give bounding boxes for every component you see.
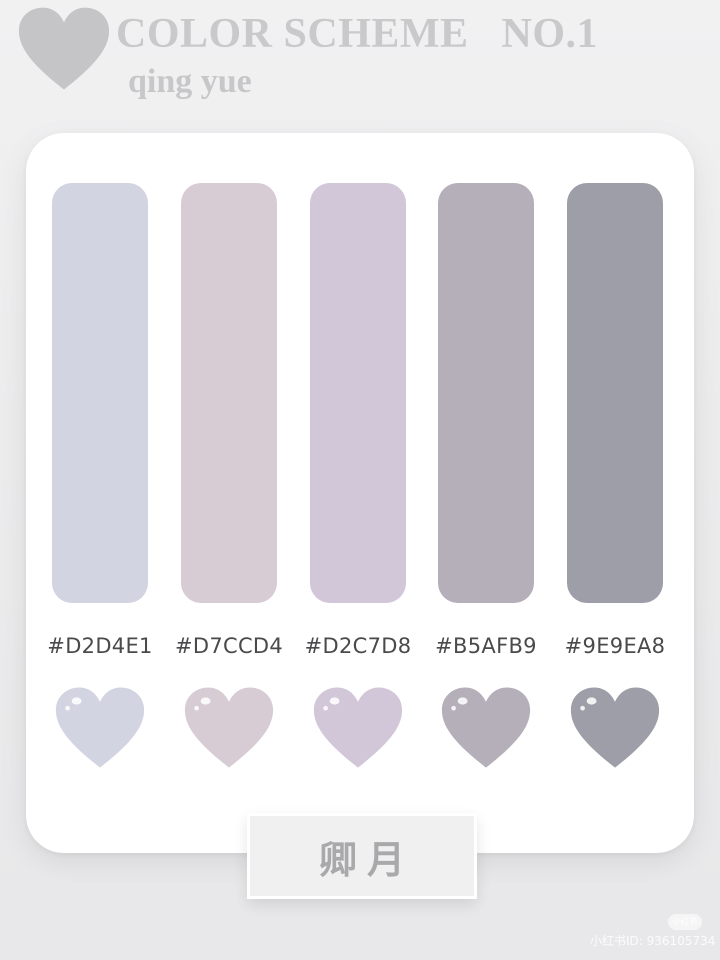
heart-icon [55, 687, 145, 768]
color-bar [181, 183, 277, 603]
hex-code: #D7CCD4 [174, 634, 284, 658]
palette-card: #D2D4E1 #D7CCD4 #D2C7D8 #B5AFB9 #9E9EA8 [26, 133, 694, 853]
color-bar [52, 183, 148, 603]
watermark-text: 小红书ID: 936105734 [590, 934, 716, 948]
page-subtitle: qing yue [128, 63, 252, 100]
heart-icon [441, 687, 531, 768]
swatch-1: #D2D4E1 [47, 133, 152, 793]
heart-icon [313, 687, 403, 768]
heart-icon [18, 7, 110, 90]
color-bar [438, 183, 534, 603]
name-label: 卿月 [318, 836, 415, 882]
watermark-badge: 小红书 [668, 914, 702, 930]
hex-code: #B5AFB9 [435, 634, 537, 658]
hex-code: #9E9EA8 [564, 634, 666, 658]
page-title: COLOR SCHEME NO.1 [116, 11, 599, 57]
swatch-3: #D2C7D8 [305, 133, 411, 793]
hex-code: #D2C7D8 [304, 634, 412, 658]
swatch-5: #9E9EA8 [565, 133, 665, 793]
heart-icon [184, 687, 274, 768]
hex-code: #D2D4E1 [47, 634, 153, 658]
color-bar [567, 183, 663, 603]
name-label-box: 卿月 [247, 813, 477, 899]
swatch-2: #D7CCD4 [175, 133, 283, 793]
swatch-4: #B5AFB9 [435, 133, 537, 793]
color-bar [310, 183, 406, 603]
heart-icon [570, 687, 660, 768]
